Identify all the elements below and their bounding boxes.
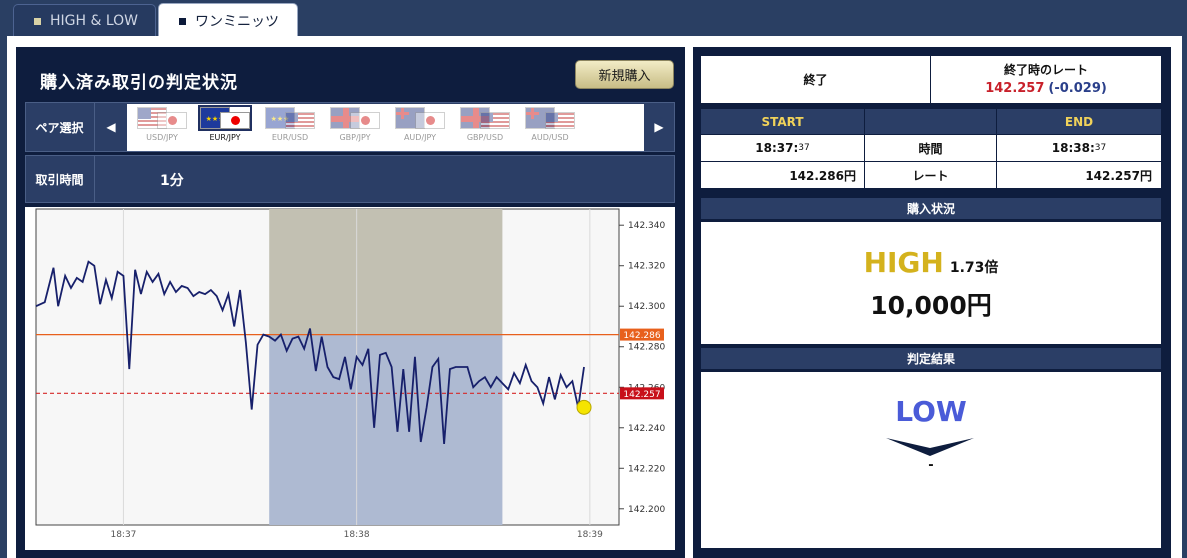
pair-label: EUR/JPY (209, 133, 241, 142)
pair-label: GBP/USD (466, 133, 504, 142)
pair-label: AUD/JPY (403, 133, 437, 142)
start-rate-tag-label: 142.286 (623, 331, 660, 341)
pair-label: EUR/USD (271, 133, 309, 142)
pair-eur-jpy[interactable]: ★★★ EUR/JPY (197, 105, 253, 147)
current-rate-tag-label: 142.257 (623, 390, 660, 400)
us-flag-icon (480, 112, 510, 129)
rate-row-label: レート (912, 168, 949, 183)
status-text: 終了 (803, 73, 828, 87)
start-rate: 142.286円 (789, 168, 856, 183)
purchase-amount: 10,000円 (870, 291, 992, 320)
jp-flag-icon (157, 112, 187, 129)
y-tick-label: 142.320 (628, 262, 665, 272)
tab-square-icon (34, 17, 41, 25)
result-subtext: - (928, 458, 934, 473)
current-rate-marker (576, 399, 592, 415)
pair-eur-usd[interactable]: ★★★ EUR/USD (262, 107, 318, 147)
new-purchase-button[interactable]: 新規購入 (575, 60, 674, 89)
pair-prev-button[interactable]: ◀ (96, 102, 126, 152)
pair-label: USD/JPY (146, 133, 178, 142)
time-row-label: 時間 (918, 141, 943, 156)
end-time-seconds: 37 (1094, 143, 1107, 153)
jp-flag-icon (350, 112, 380, 129)
rate-chart: 18:37 18:38 18:39 142.340 142.320 142.300 142.… (35, 208, 665, 540)
y-tick-label: 142.340 (628, 221, 665, 231)
trade-time-label: 取引時間 (25, 155, 95, 203)
pair-label: AUD/USD (531, 133, 569, 142)
purchase-direction: HIGH (863, 246, 944, 279)
pair-label: GBP/JPY (339, 133, 371, 142)
tab-one-minute[interactable]: ワンミニッツ (158, 3, 298, 38)
period-band-upper (269, 209, 503, 335)
blank-header (865, 109, 996, 134)
purchase-status-box (701, 222, 1161, 344)
pair-usd-jpy[interactable]: USD/JPY (134, 107, 190, 147)
pair-gbp-jpy[interactable]: GBP/JPY (327, 107, 383, 147)
trade-time-row (25, 155, 675, 203)
start-header: START (701, 109, 864, 134)
payout-multiplier: 1.73倍 (949, 260, 999, 276)
x-tick-label: 18:39 (577, 530, 603, 540)
triangle-right-icon: ▶ (654, 120, 664, 134)
tab-bar: HIGH & LOW ワンミニッツ (0, 0, 1187, 38)
end-rate-value: 142.257 (985, 80, 1045, 96)
triangle-left-icon: ◀ (106, 120, 116, 134)
us-flag-icon (545, 112, 575, 129)
y-tick-label: 142.280 (628, 343, 665, 353)
end-header: END (997, 109, 1161, 134)
y-tick-label: 142.220 (628, 464, 665, 474)
down-chevron-icon (886, 438, 974, 456)
x-tick-label: 18:38 (344, 530, 370, 540)
jp-flag-icon (220, 112, 250, 129)
panel-title: 購入済み取引の判定状況 (40, 73, 238, 93)
pair-select-label: ペア選択 (25, 102, 95, 152)
tab-label: HIGH & LOW (50, 13, 139, 29)
result-header: 判定結果 (701, 348, 1161, 369)
tab-label: ワンミニッツ (195, 14, 279, 30)
period-band-lower (269, 334, 503, 525)
y-tick-label: 142.300 (628, 302, 665, 312)
end-rate-change: (-0.029) (1048, 80, 1107, 96)
purchase-status-header: 購入状況 (701, 198, 1161, 219)
tab-square-icon (179, 17, 186, 25)
us-flag-icon (285, 112, 315, 129)
end-rate-label: 終了時のレート (1003, 62, 1088, 77)
trade-time-value: 1分 (160, 173, 184, 189)
end-rate: 142.257円 (1085, 168, 1152, 183)
tab-high-low[interactable]: HIGH & LOW (13, 4, 156, 37)
y-tick-label: 142.200 (628, 505, 665, 515)
rate-chart-container: 18:37 18:38 18:39 142.340 142.320 142.300 142.… (25, 207, 675, 550)
pair-gbp-usd[interactable]: GBP/USD (457, 107, 513, 147)
pair-aud-jpy[interactable]: AUD/JPY (392, 107, 448, 147)
end-time: 18:38: (1051, 141, 1095, 155)
jp-flag-icon (415, 112, 445, 129)
x-tick-label: 18:37 (110, 530, 136, 540)
pair-aud-usd[interactable]: AUD/USD (522, 107, 578, 147)
start-time-seconds: 37 (798, 143, 810, 153)
y-tick-label: 142.240 (628, 424, 665, 434)
start-time: 18:37: (755, 141, 799, 155)
result-direction: LOW (895, 395, 967, 428)
pair-next-button[interactable]: ▶ (644, 102, 674, 152)
